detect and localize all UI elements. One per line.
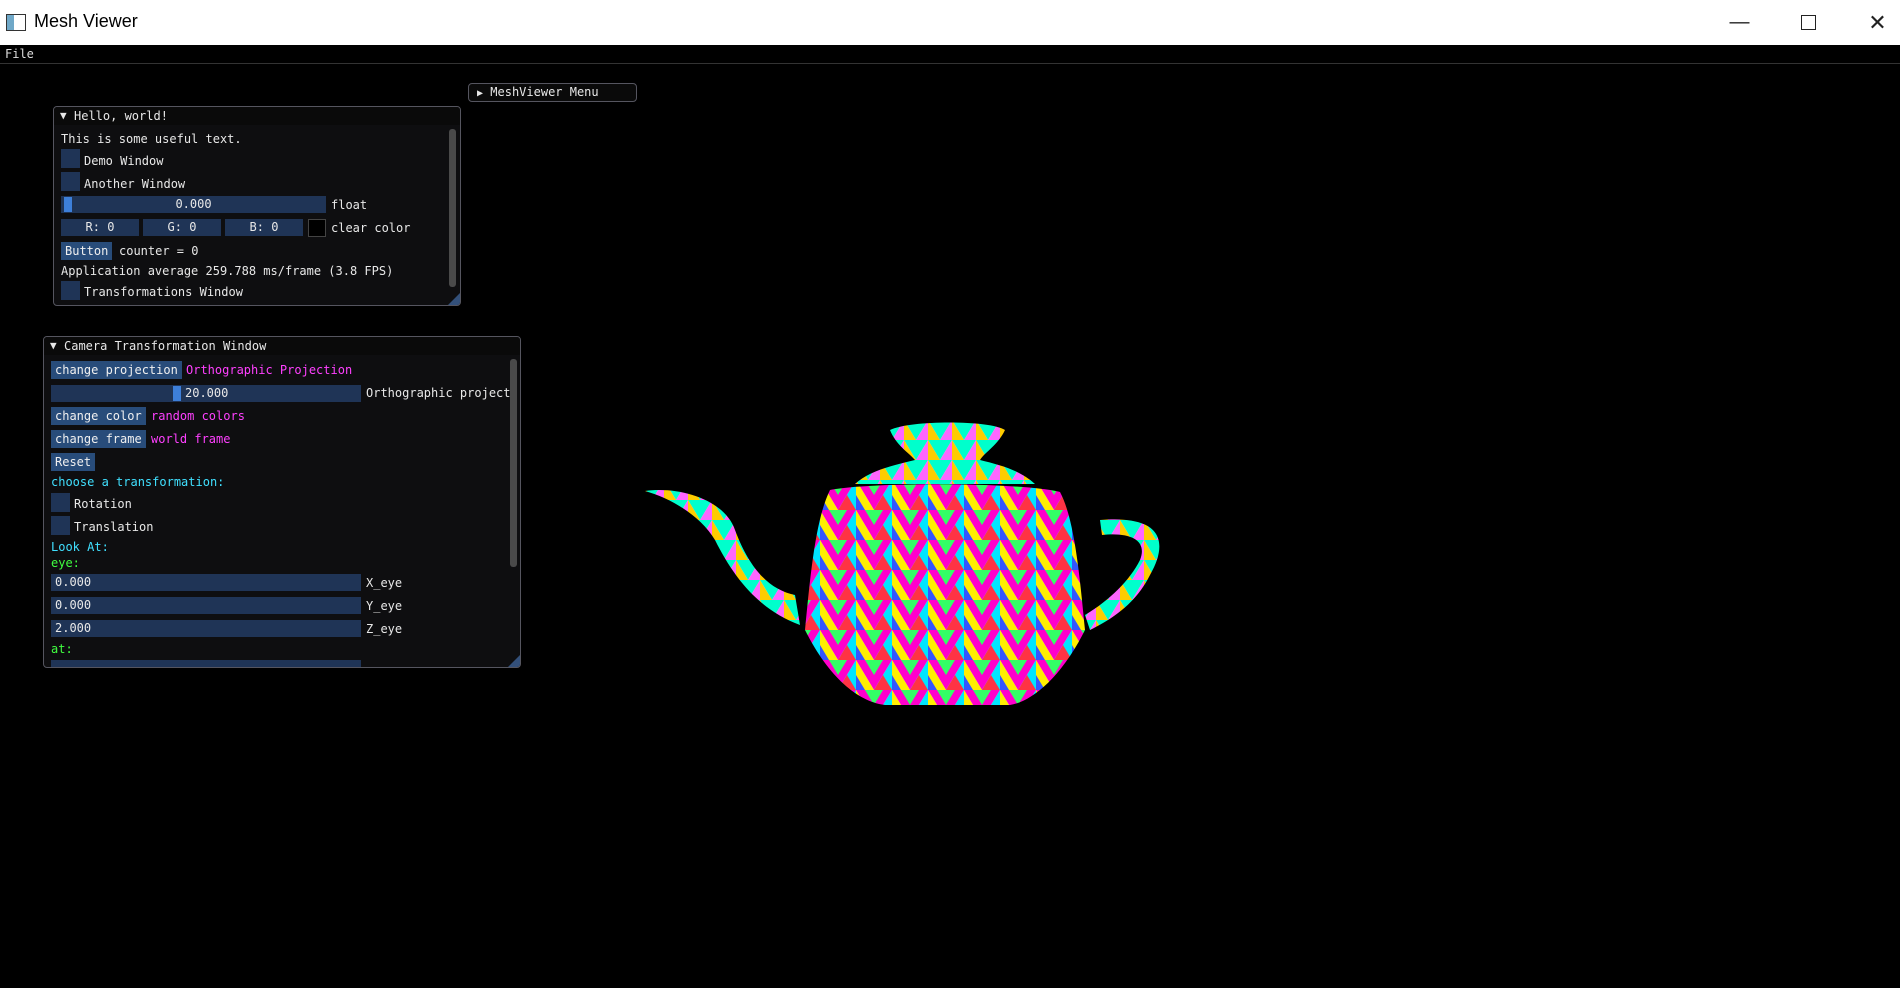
app-icon [6,14,26,31]
camera-window-title: Camera Transformation Window [64,339,267,353]
menu-file[interactable]: File [5,47,34,61]
color-value: random colors [151,409,245,423]
orthographic-slider-value: 20.000 [185,386,229,400]
orthographic-slider[interactable]: 20.000 [51,385,361,402]
float-slider-value: 0.000 [175,197,212,211]
window-title: Mesh Viewer [34,11,138,31]
clear-color-swatch[interactable] [308,219,326,237]
float-slider-grab[interactable] [64,197,72,212]
menu-bar: File [0,45,1900,64]
useful-text: This is some useful text. [61,132,242,146]
float-slider[interactable]: 0.000 [61,196,326,213]
orthographic-label: Orthographic project [366,386,511,400]
minimize-button[interactable]: — [1705,0,1774,45]
at-label: at: [51,642,73,656]
reset-button[interactable]: Reset [51,453,96,471]
hello-scrollbar[interactable] [449,129,456,287]
float-label: float [331,198,368,212]
framerate-text: Application average 259.788 ms/frame (3.… [61,264,394,278]
camera-scrollbar[interactable] [510,359,517,567]
rotation-checkbox[interactable] [51,493,70,512]
look-at-label: Look At: [51,540,109,554]
resize-grip-icon[interactable] [508,655,520,667]
orthographic-slider-grab[interactable] [173,386,181,401]
expand-arrow-icon: ▶ [477,88,484,99]
z-eye-label: Z_eye [366,622,403,636]
title-bar: Mesh Viewer — ✕ [0,0,1900,46]
choose-transformation-label: choose a transformation: [51,475,225,489]
collapse-arrow-icon[interactable]: ▼ [50,337,57,355]
meshviewer-menu-label: MeshViewer Menu [490,85,599,99]
button[interactable]: Button [61,242,113,260]
translation-label: Translation [74,520,154,534]
y-eye-field[interactable]: 0.000 [51,597,361,614]
hello-world-title-bar[interactable]: ▼ Hello, world! [54,107,460,125]
resize-grip-icon[interactable] [448,293,460,305]
x-at-field[interactable] [51,660,361,667]
minimize-icon: — [1729,11,1750,33]
demo-window-label: Demo Window [84,154,164,168]
color-b-field[interactable]: B: 0 [225,219,303,236]
x-eye-field[interactable]: 0.000 [51,574,361,591]
teapot-mesh-render [645,422,1160,705]
camera-title-bar[interactable]: ▼ Camera Transformation Window [44,337,520,355]
x-eye-label: X_eye [366,576,403,590]
camera-transformation-window: ▼ Camera Transformation Window change pr… [43,336,521,668]
change-frame-button[interactable]: change frame [51,430,146,448]
y-eye-label: Y_eye [366,599,403,613]
color-g-field[interactable]: G: 0 [143,219,221,236]
z-eye-field[interactable]: 2.000 [51,620,361,637]
rotation-label: Rotation [74,497,132,511]
close-icon: ✕ [1868,9,1887,35]
transformations-window-checkbox[interactable] [61,281,80,300]
another-window-label: Another Window [84,177,186,191]
eye-label: eye: [51,556,80,570]
maximize-icon [1801,15,1816,30]
hello-world-window: ▼ Hello, world! This is some useful text… [53,106,461,306]
translation-checkbox[interactable] [51,516,70,535]
demo-window-checkbox[interactable] [61,149,80,168]
change-projection-button[interactable]: change projection [51,361,182,379]
counter-text: counter = 0 [119,244,199,258]
another-window-checkbox[interactable] [61,172,80,191]
close-button[interactable]: ✕ [1843,0,1900,45]
collapse-arrow-icon[interactable]: ▼ [60,107,67,125]
meshviewer-menu-header[interactable]: ▶ MeshViewer Menu [468,83,637,102]
hello-world-title: Hello, world! [74,109,168,123]
projection-value: Orthographic Projection [186,363,353,377]
frame-value: world frame [151,432,231,446]
maximize-button[interactable] [1774,0,1843,45]
change-color-button[interactable]: change color [51,407,146,425]
transformations-window-label: Transformations Window [84,285,243,299]
clear-color-label: clear color [331,221,411,235]
color-r-field[interactable]: R: 0 [61,219,139,236]
